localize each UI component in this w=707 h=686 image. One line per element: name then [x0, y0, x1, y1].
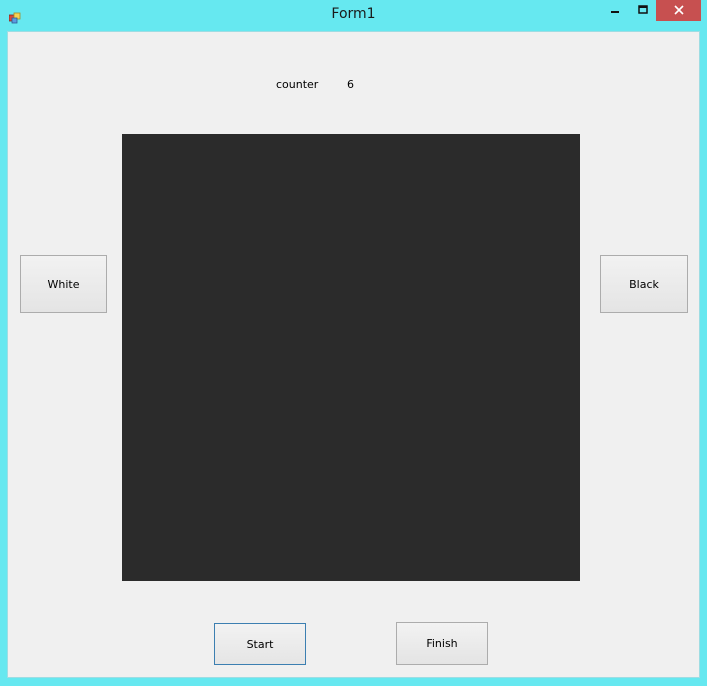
counter-label: counter — [276, 78, 319, 91]
form-client-area: counter 6 White Black Start Finish — [7, 31, 700, 678]
finish-button[interactable]: Finish — [396, 622, 488, 665]
minimize-icon — [610, 4, 620, 18]
start-button[interactable]: Start — [214, 623, 306, 665]
maximize-icon — [638, 4, 648, 18]
maximize-button[interactable] — [630, 0, 656, 21]
title-bar[interactable]: Form1 — [0, 0, 707, 30]
white-button[interactable]: White — [20, 255, 107, 313]
app-window: Form1 counter 6 White Black Start Finish — [0, 0, 707, 686]
close-icon — [673, 4, 684, 18]
counter-value: 6 — [347, 78, 354, 91]
drawing-canvas[interactable] — [122, 134, 580, 581]
black-button[interactable]: Black — [600, 255, 688, 313]
close-button[interactable] — [656, 0, 701, 21]
minimize-button[interactable] — [602, 0, 628, 21]
window-title: Form1 — [331, 6, 376, 22]
